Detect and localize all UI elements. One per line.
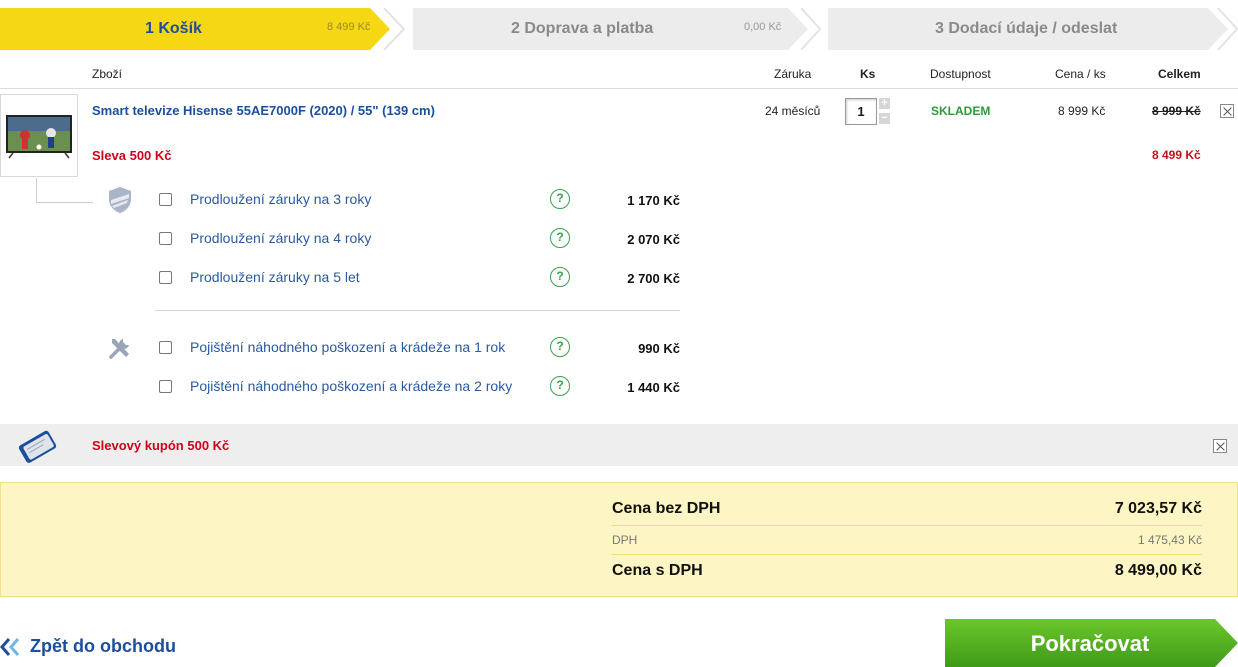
header-item: Zboží [92,67,123,81]
new-total-price: 8 499 Kč [1152,148,1201,162]
warranty-option-price: 2 070 Kč [627,232,680,247]
warranty-option-row[interactable]: Prodloužení záruky na 3 roky ? 1 170 Kč [0,186,700,216]
remove-coupon-icon[interactable] [1213,439,1227,453]
warranty-option-checkbox[interactable] [159,193,172,206]
product-discount-label: Sleva 500 Kč [92,148,172,163]
step-cart-title: 1 Košík [145,20,202,37]
summary-net-label: Cena bez DPH [612,500,721,517]
step-delivery-title: 3 Dodací údaje / odeslat [935,20,1118,37]
quantity-plus-button[interactable]: + [879,98,890,109]
insurance-option-label[interactable]: Pojištění náhodného poškození a krádeže … [190,378,512,394]
warranty-option-price: 2 700 Kč [627,271,680,286]
warranty-option-row[interactable]: Prodloužení záruky na 5 let ? 2 700 Kč [0,264,700,294]
header-qty: Ks [860,67,876,81]
summary-vat-label: DPH [612,533,638,547]
unit-price: 8 999 Kč [1058,104,1106,118]
double-chevron-left-icon [0,638,20,656]
warranty-option-checkbox[interactable] [159,271,172,284]
back-to-shop-label: Zpět do obchodu [30,636,176,656]
continue-button-label: Pokračovat [1030,631,1150,656]
insurance-option-price: 1 440 Kč [627,380,680,395]
checkout-steps: 1 Košík 8 499 Kč 2 Doprava a platba 0,00… [0,8,1238,50]
warranty-option-checkbox[interactable] [159,232,172,245]
warranty-option-label[interactable]: Prodloužení záruky na 3 roky [190,191,371,207]
coupon-card-icon [18,430,57,463]
header-warranty: Záruka [774,67,812,81]
step-shipping[interactable]: 2 Doprava a platba 0,00 Kč [413,8,821,50]
product-image[interactable] [0,94,78,177]
insurance-option-label[interactable]: Pojištění náhodného poškození a krádeže … [190,339,505,355]
remove-product-icon[interactable] [1220,104,1234,118]
services-divider [155,310,680,311]
insurance-option-price: 990 Kč [638,341,680,356]
header-divider [0,88,1238,89]
header-total: Celkem [1158,67,1201,81]
warranty-option-row[interactable]: Prodloužení záruky na 4 roky ? 2 070 Kč [0,225,700,255]
summary-divider [612,554,1202,555]
step-delivery[interactable]: 3 Dodací údaje / odeslat [828,8,1238,50]
summary-net-value: 7 023,57 Kč [1114,500,1202,517]
product-name-link[interactable]: Smart televize Hisense 55AE7000F (2020) … [92,103,435,118]
insurance-option-row[interactable]: Pojištění náhodného poškození a krádeže … [0,334,700,364]
product-warranty: 24 měsíců [765,104,821,118]
warranty-option-label[interactable]: Prodloužení záruky na 5 let [190,269,360,285]
header-availability: Dostupnost [930,67,991,81]
step-shipping-title: 2 Doprava a platba [511,20,654,37]
insurance-option-row[interactable]: Pojištění náhodného poškození a krádeže … [0,373,700,403]
warranty-option-label[interactable]: Prodloužení záruky na 4 roky [190,230,371,246]
insurance-option-checkbox[interactable] [159,380,172,393]
quantity-minus-button[interactable]: − [879,113,890,124]
old-total-price: 8 999 Kč [1152,104,1201,118]
tv-thumbnail-icon [6,115,72,159]
warranty-option-price: 1 170 Kč [627,193,680,208]
summary-gross-label: Cena s DPH [612,562,703,579]
header-unit-price: Cena / ks [1055,67,1106,81]
coupon-label: Slevový kupón 500 Kč [92,438,230,453]
step-cart-amount: 8 499 Kč [327,21,371,33]
insurance-option-checkbox[interactable] [159,341,172,354]
step-shipping-amount: 0,00 Kč [744,21,782,33]
summary-vat-value: 1 475,43 Kč [1137,533,1202,547]
availability-status: SKLADEM [931,104,991,118]
summary-gross-value: 8 499,00 Kč [1114,562,1202,579]
continue-button[interactable]: Pokračovat [945,619,1238,667]
coupon-row: Slevový kupón 500 Kč [0,424,1238,466]
step-cart[interactable]: 1 Košík 8 499 Kč [0,8,405,50]
quantity-input[interactable]: 1 [845,98,877,125]
summary-divider [612,525,1202,526]
